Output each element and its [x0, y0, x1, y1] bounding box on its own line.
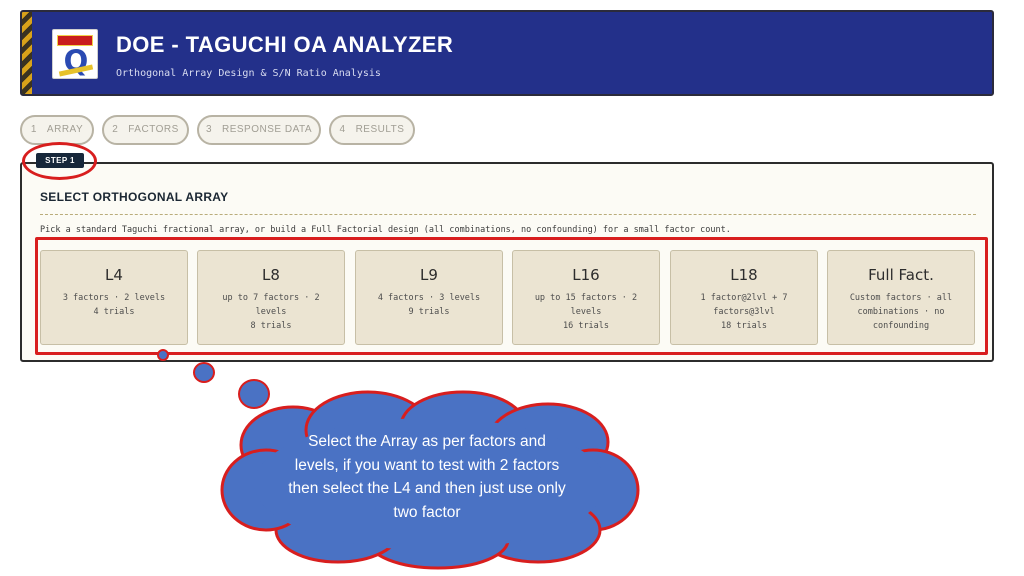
tab-factors[interactable]: 2 FACTORS — [102, 115, 189, 145]
step-highlight-circle — [22, 142, 97, 180]
tab-results[interactable]: 4 RESULTS — [329, 115, 415, 145]
array-selection-panel: SELECT ORTHOGONAL ARRAY Pick a standard … — [20, 162, 994, 362]
app-header: Q DOE - TAGUCHI OA ANALYZER Orthogonal A… — [20, 10, 994, 96]
tab-number: 1 — [30, 124, 37, 135]
tab-number: 2 — [112, 124, 119, 135]
tab-number: 3 — [205, 124, 212, 135]
tab-array[interactable]: 1 ARRAY — [20, 115, 94, 145]
app-subtitle: Orthogonal Array Design & S/N Ratio Anal… — [116, 68, 381, 79]
panel-description: Pick a standard Taguchi fractional array… — [40, 225, 731, 235]
app-logo: Q — [52, 29, 98, 79]
bubble-dot-small — [157, 349, 169, 361]
tab-label: RESULTS — [355, 124, 405, 135]
hazard-stripe — [22, 12, 32, 94]
app-title: DOE - TAGUCHI OA ANALYZER — [116, 32, 454, 57]
tab-response-data[interactable]: 3 RESPONSE DATA — [197, 115, 321, 145]
panel-title: SELECT ORTHOGONAL ARRAY — [40, 190, 229, 204]
tab-label: FACTORS — [128, 124, 179, 135]
divider — [40, 214, 976, 215]
tab-label: RESPONSE DATA — [222, 124, 313, 135]
bubble-dot-medium — [193, 362, 215, 383]
tab-number: 4 — [339, 124, 346, 135]
callout-text: Select the Array as per factors and leve… — [288, 433, 566, 521]
cards-highlight-outline — [35, 237, 988, 355]
tab-label: ARRAY — [46, 124, 84, 135]
